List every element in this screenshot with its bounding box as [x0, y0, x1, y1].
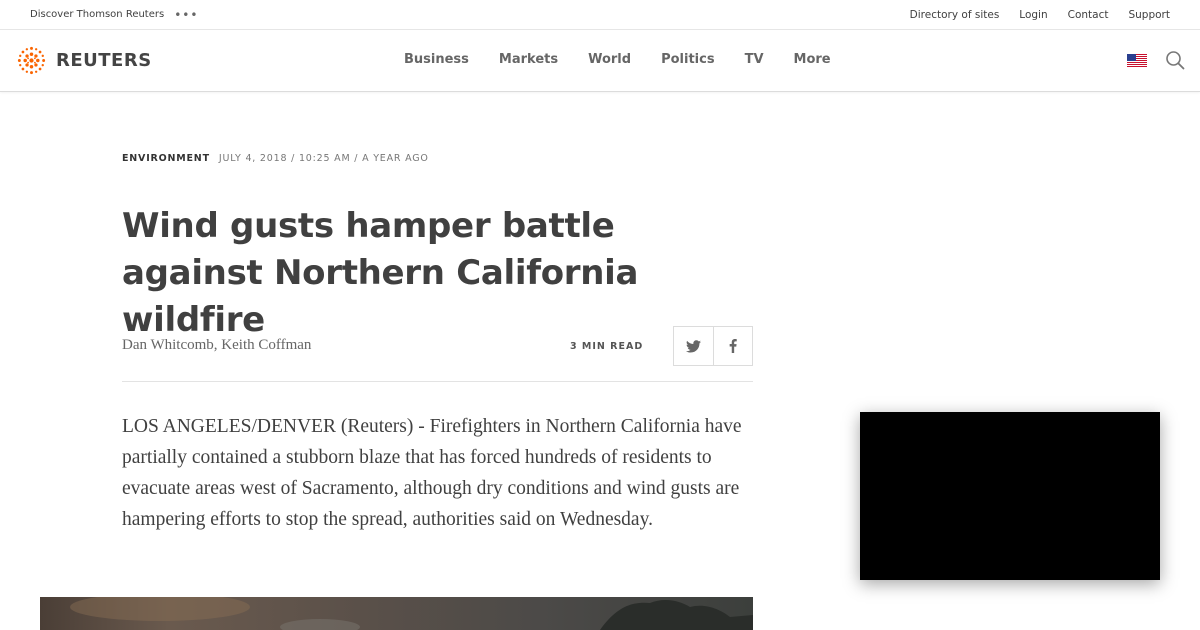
facebook-icon — [729, 339, 737, 353]
contact-link[interactable]: Contact — [1068, 9, 1109, 21]
reuters-logo[interactable]: REUTERS — [15, 44, 152, 77]
more-dots-icon[interactable]: ••• — [174, 9, 198, 21]
byline-divider — [122, 381, 753, 382]
section-link[interactable]: ENVIRONMENT — [122, 153, 210, 164]
search-icon[interactable] — [1165, 50, 1185, 70]
twitter-share-button[interactable] — [674, 327, 713, 365]
utility-bar: Discover Thomson Reuters ••• Directory o… — [0, 0, 1200, 30]
facebook-share-button[interactable] — [712, 327, 752, 365]
reuters-logo-icon — [17, 46, 46, 75]
article-byline[interactable]: Dan Whitcomb, Keith Coffman — [122, 337, 311, 354]
twitter-icon — [685, 339, 701, 352]
share-buttons — [673, 326, 753, 366]
article-headline: Wind gusts hamper battle against Norther… — [122, 206, 639, 340]
support-link[interactable]: Support — [1128, 9, 1170, 21]
nav-more[interactable]: More — [794, 52, 831, 67]
logo-text: REUTERS — [56, 50, 152, 71]
video-player[interactable] — [860, 412, 1160, 580]
us-flag-icon[interactable] — [1127, 54, 1147, 67]
article-date: JULY 4, 2018 / 10:25 AM / A YEAR AGO — [218, 153, 429, 164]
main-header: REUTERS Business Markets World Politics … — [0, 30, 1200, 92]
directory-of-sites-link[interactable]: Directory of sites — [910, 9, 1000, 21]
nav-world[interactable]: World — [588, 52, 631, 67]
nav-business[interactable]: Business — [404, 52, 469, 67]
nav-politics[interactable]: Politics — [661, 52, 715, 67]
tree-silhouette — [70, 597, 753, 630]
nav-markets[interactable]: Markets — [499, 52, 558, 67]
article-kicker: ENVIRONMENT JULY 4, 2018 / 10:25 AM / A … — [122, 153, 429, 164]
discover-label[interactable]: Discover Thomson Reuters — [30, 9, 164, 20]
utility-links: Directory of sites Login Contact Support — [910, 9, 1170, 21]
main-nav: Business Markets World Politics TV More — [404, 52, 831, 67]
article-lead-image — [40, 597, 753, 630]
article-body: LOS ANGELES/DENVER (Reuters) - Firefight… — [122, 416, 742, 530]
discover-thomson-reuters[interactable]: Discover Thomson Reuters ••• — [30, 9, 198, 21]
nav-tv[interactable]: TV — [745, 52, 764, 67]
login-link[interactable]: Login — [1019, 9, 1047, 21]
read-time: 3 MIN READ — [570, 341, 644, 352]
